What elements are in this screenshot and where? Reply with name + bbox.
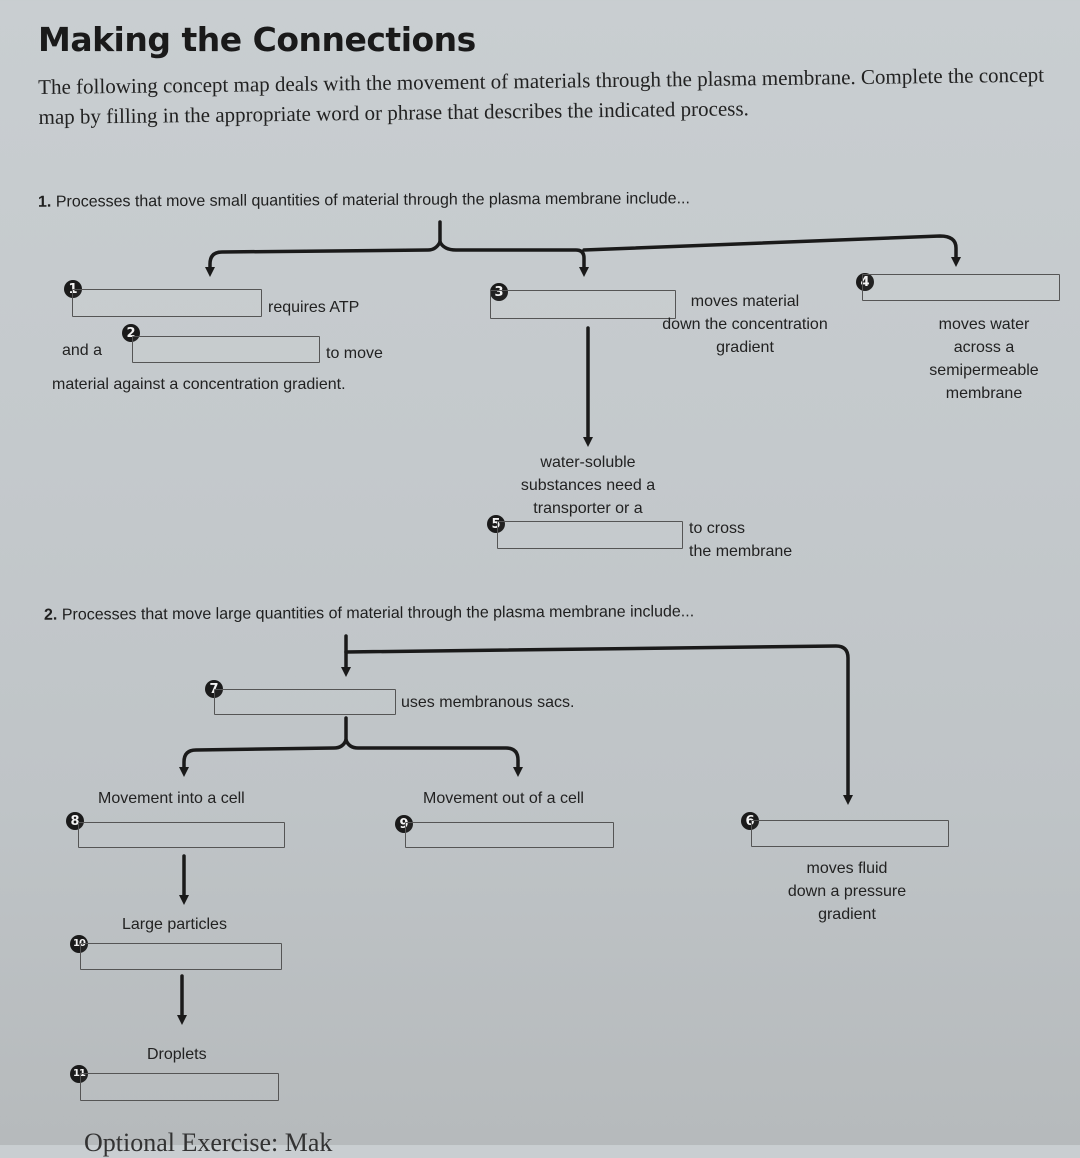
brace-left-2 — [179, 738, 348, 777]
blank-3-desc-line: moves material — [690, 293, 800, 310]
blank-1-input[interactable] — [72, 289, 262, 317]
blank-11-heading: Droplets — [147, 1046, 207, 1063]
section-2-prompt: 2. Processes that move large quantities … — [44, 603, 694, 624]
page-title: Making the Connections — [38, 20, 476, 59]
section-1-prompt: 1. Processes that move small quantities … — [38, 190, 690, 211]
blank-10-input[interactable] — [80, 943, 282, 970]
section-1-number: 1. — [37, 193, 52, 211]
blank-5-suffix: to cross the membrane — [689, 517, 792, 563]
blank-7-input[interactable] — [214, 689, 396, 715]
blank-6-desc-line: moves fluid — [806, 860, 888, 877]
section-1-prompt-text: Processes that move small quantities of … — [55, 190, 690, 211]
blank-6-input[interactable] — [751, 820, 949, 847]
blank-7-label: uses membranous sacs. — [401, 694, 575, 711]
blank-2-suffix: to move — [326, 345, 383, 362]
brace-right-1 — [582, 234, 961, 267]
blank-10-heading: Large particles — [122, 916, 227, 933]
blank-8-heading: Movement into a cell — [98, 790, 245, 807]
blank-5-suffix-line: to cross — [689, 520, 746, 537]
blank-4-desc-line: across a — [953, 339, 1015, 356]
blank-6-description: moves fluid down a pressure gradient — [762, 857, 932, 926]
blank-5-lead-line: transporter or a — [533, 500, 643, 517]
blank-1-label: requires ATP — [268, 299, 360, 316]
blank-2-prefix: and a — [62, 342, 103, 359]
blank-4-desc-line: moves water — [938, 316, 1030, 333]
line-s2-right — [344, 644, 853, 805]
blank-3-desc-line: gradient — [716, 339, 774, 356]
intro-paragraph: The following concept map deals with the… — [38, 62, 1045, 129]
blank-8-input[interactable] — [78, 822, 285, 848]
next-section-heading-cutoff: Optional Exercise: Mak — [84, 1128, 333, 1157]
blank-9-input[interactable] — [405, 822, 614, 848]
blank-4-input[interactable] — [862, 274, 1060, 301]
blank-2-input[interactable] — [132, 336, 320, 363]
blank-6-desc-line: gradient — [818, 906, 876, 923]
concept-map-connectors — [177, 220, 961, 1025]
blank-3-description: moves material down the concentration gr… — [640, 290, 850, 359]
brace-left-1 — [205, 240, 442, 277]
brace-right-2 — [344, 738, 523, 777]
blank-11-input[interactable] — [80, 1073, 279, 1101]
blank-3-desc-line: down the concentration — [662, 316, 828, 333]
section-2-number: 2. — [43, 606, 58, 624]
blank-5-suffix-line: the membrane — [689, 543, 793, 560]
blank-5-lead-line: substances need a — [520, 477, 656, 494]
blank-4-desc-line: membrane — [945, 385, 1023, 402]
blank-9-heading: Movement out of a cell — [423, 790, 584, 807]
blank-6-desc-line: down a pressure — [787, 883, 907, 900]
blank-5-lead-text: water-soluble substances need a transpor… — [498, 451, 678, 520]
brace-mid-1 — [438, 240, 589, 277]
blank-5-lead-line: water-soluble — [540, 454, 636, 471]
section-2-prompt-text: Processes that move large quantities of … — [61, 603, 695, 624]
blank-4-description: moves water across a semipermeable membr… — [900, 313, 1068, 405]
blank-2-continuation: material against a concentration gradien… — [52, 376, 346, 393]
blank-4-desc-line: semipermeable — [929, 362, 1039, 379]
blank-5-input[interactable] — [497, 521, 683, 549]
